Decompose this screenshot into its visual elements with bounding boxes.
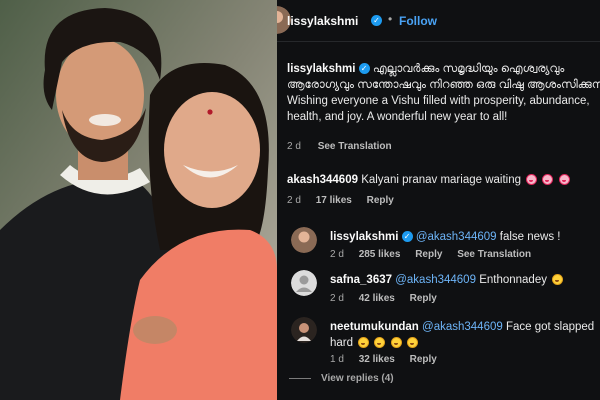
- see-translation-link[interactable]: See Translation: [318, 141, 392, 152]
- reply-likes[interactable]: 42 likes: [359, 293, 395, 304]
- caption-meta: 2 d See Translation: [287, 141, 406, 152]
- verified-badge-icon: ✓: [358, 63, 370, 75]
- reply-username[interactable]: neetumukundan: [330, 321, 419, 333]
- comment-text: Kalyani pranav mariage waiting: [361, 174, 521, 186]
- reply-avatar[interactable]: [291, 317, 317, 343]
- follow-button[interactable]: Follow: [399, 14, 437, 28]
- divider-line: [289, 377, 311, 379]
- post-photo: [0, 0, 277, 400]
- verified-badge-icon: ✓: [371, 15, 382, 26]
- reply-username[interactable]: lissylakshmi: [330, 231, 398, 243]
- post-caption: lissylakshmi ✓ എല്ലാവർക്കും സമൃദ്ധിയും ഐ…: [287, 61, 600, 125]
- caption-age: 2 d: [287, 141, 301, 152]
- comment-age: 2 d: [287, 195, 301, 206]
- reply-button[interactable]: Reply: [415, 249, 442, 260]
- view-replies-button[interactable]: View replies (4): [289, 373, 394, 384]
- view-replies-label: View replies (4): [321, 373, 394, 384]
- reply-body: lissylakshmi ✓ @akash344609 false news !: [330, 229, 595, 245]
- reply-button[interactable]: Reply: [410, 293, 437, 304]
- comment: akash344609 Kalyani pranav mariage waiti…: [287, 174, 570, 186]
- comment-username[interactable]: akash344609: [287, 174, 358, 186]
- reply-likes[interactable]: 32 likes: [359, 354, 395, 365]
- reply-text: Enthonnadey: [479, 274, 547, 286]
- comment-meta: 2 d 17 likes Reply: [287, 195, 406, 206]
- reply-age: 2 d: [330, 293, 344, 304]
- grinning-squinting-face-icon: [390, 337, 402, 349]
- reply-age: 2 d: [330, 249, 344, 260]
- separator-dot: •: [388, 12, 393, 26]
- reply-mention[interactable]: @akash344609: [416, 231, 497, 243]
- reply-body: safna_3637 @akash344609 Enthonnadey: [330, 272, 595, 288]
- author-username[interactable]: lissylakshmi: [287, 14, 358, 28]
- reply-age: 1 d: [330, 354, 344, 365]
- caption-username[interactable]: lissylakshmi: [287, 63, 355, 75]
- grinning-squinting-face-icon: [358, 337, 370, 349]
- reply-meta: 1 d 32 likes Reply: [330, 354, 449, 365]
- reply-likes[interactable]: 285 likes: [359, 249, 401, 260]
- comment-likes[interactable]: 17 likes: [316, 195, 352, 206]
- default-avatar-icon[interactable]: [291, 270, 317, 296]
- grinning-squinting-face-icon: [552, 274, 564, 286]
- reply-mention[interactable]: @akash344609: [422, 321, 503, 333]
- reply-button[interactable]: Reply: [410, 354, 437, 365]
- couple-photo: [0, 0, 277, 400]
- reply-mention[interactable]: @akash344609: [395, 274, 476, 286]
- comment-reply-button[interactable]: Reply: [367, 195, 394, 206]
- reply-text: false news !: [499, 231, 561, 243]
- reply-body: neetumukundan @akash344609 Face got slap…: [330, 319, 595, 351]
- smiling-face-with-heart-eyes-icon: [542, 174, 554, 186]
- comments-panel: lissylakshmi ✓ • Follow lissylakshmi ✓ എ…: [277, 0, 600, 400]
- reply-avatar[interactable]: [291, 227, 317, 253]
- see-translation-link[interactable]: See Translation: [457, 249, 531, 260]
- reply-meta: 2 d 42 likes Reply: [330, 293, 449, 304]
- smiling-face-with-heart-eyes-icon: [526, 174, 538, 186]
- reply-username[interactable]: safna_3637: [330, 274, 392, 286]
- grinning-squinting-face-icon: [374, 337, 386, 349]
- reply-meta: 2 d 285 likes Reply See Translation: [330, 249, 543, 260]
- grinning-squinting-face-icon: [406, 337, 418, 349]
- post-header: lissylakshmi ✓ • Follow: [277, 0, 600, 42]
- smiling-face-with-heart-eyes-icon: [558, 174, 570, 186]
- verified-badge-icon: ✓: [401, 231, 413, 243]
